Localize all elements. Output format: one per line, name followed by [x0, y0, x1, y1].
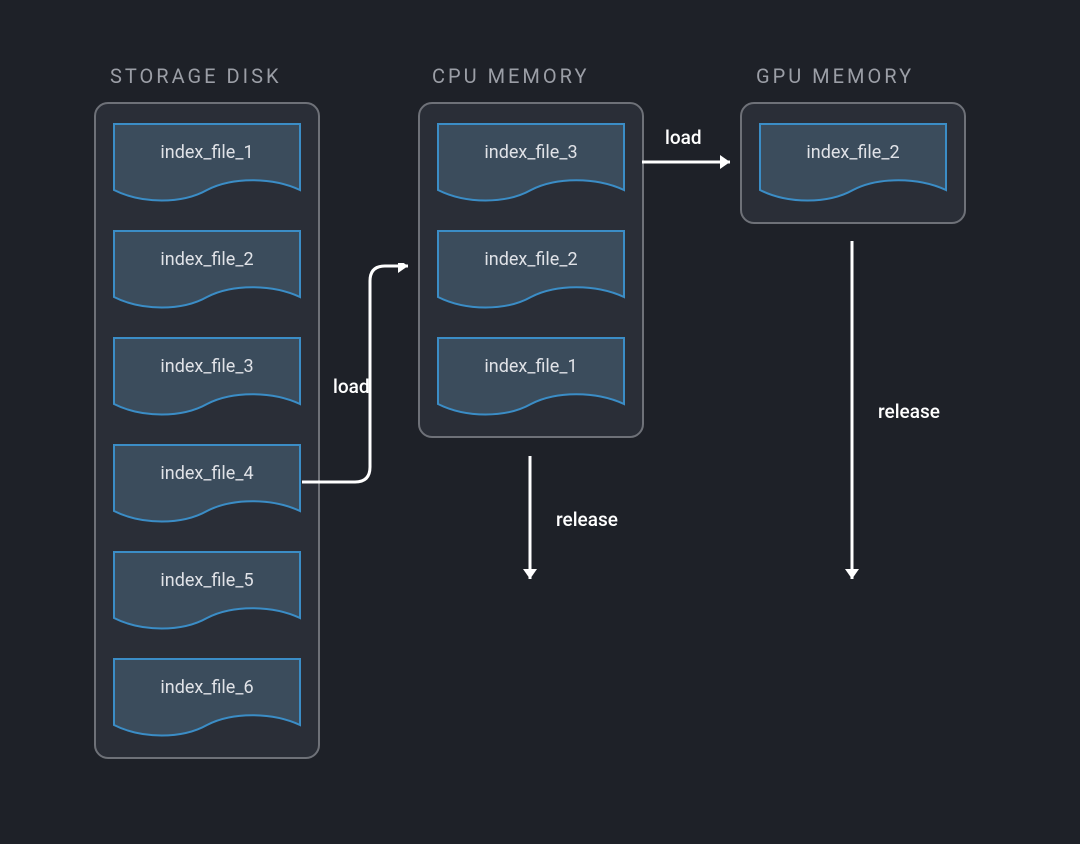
file-label: index_file_2 [436, 249, 626, 270]
document-icon [436, 122, 626, 204]
release-label-cpu: release [556, 508, 618, 531]
storage-file-4: index_file_4 [112, 443, 302, 525]
storage-file-3: index_file_3 [112, 336, 302, 418]
release-label-gpu: release [878, 400, 940, 423]
document-icon [758, 122, 948, 204]
storage-file-6: index_file_6 [112, 657, 302, 739]
file-label: index_file_3 [436, 142, 626, 163]
document-icon [112, 657, 302, 739]
file-label: index_file_3 [112, 356, 302, 377]
document-icon [112, 122, 302, 204]
file-label: index_file_1 [436, 356, 626, 377]
load-label-1: load [333, 375, 370, 398]
document-icon [112, 229, 302, 311]
arrow-cpu-to-gpu [642, 152, 742, 172]
arrow-cpu-release [520, 456, 540, 591]
gpu-title: GPU MEMORY [756, 64, 914, 88]
file-label: index_file_1 [112, 142, 302, 163]
document-icon [112, 336, 302, 418]
storage-file-5: index_file_5 [112, 550, 302, 632]
gpu-file-1: index_file_2 [758, 122, 948, 204]
arrow-gpu-release [842, 241, 862, 591]
cpu-file-1: index_file_3 [436, 122, 626, 204]
cpu-column: index_file_3 index_file_2 index_file_1 [418, 102, 644, 438]
file-label: index_file_2 [758, 142, 948, 163]
storage-title: STORAGE DISK [110, 64, 282, 88]
document-icon [112, 443, 302, 525]
storage-column: index_file_1 index_file_2 index_file_3 i… [94, 102, 320, 759]
document-icon [436, 229, 626, 311]
file-label: index_file_5 [112, 570, 302, 591]
document-icon [436, 336, 626, 418]
file-label: index_file_6 [112, 677, 302, 698]
gpu-column: index_file_2 [740, 102, 966, 224]
document-icon [112, 550, 302, 632]
load-label-2: load [665, 126, 702, 149]
cpu-file-3: index_file_1 [436, 336, 626, 418]
cpu-title: CPU MEMORY [432, 64, 589, 88]
file-label: index_file_4 [112, 463, 302, 484]
cpu-file-2: index_file_2 [436, 229, 626, 311]
file-label: index_file_2 [112, 249, 302, 270]
storage-file-2: index_file_2 [112, 229, 302, 311]
storage-file-1: index_file_1 [112, 122, 302, 204]
